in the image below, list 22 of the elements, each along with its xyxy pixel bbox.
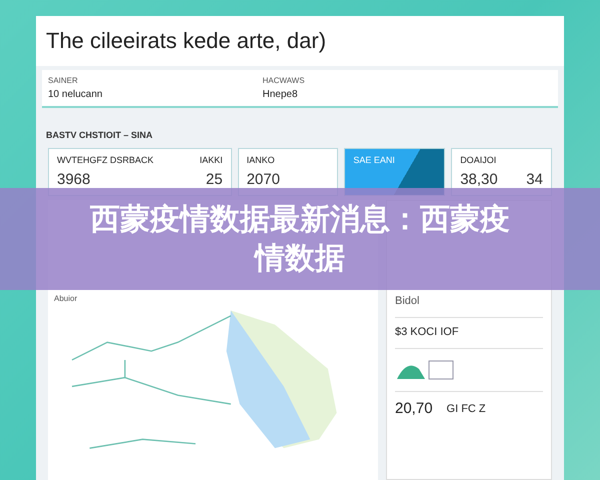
filter-label: HACWAWS — [262, 76, 305, 85]
card-value: 2070 — [246, 171, 280, 188]
section-title: BASTV CHSTIOIT – SINA — [45, 129, 154, 142]
stat-value: 20,70 — [395, 400, 433, 417]
banner-title: 西蒙疫情数据最新消息：西蒙疫情数据 — [89, 201, 511, 278]
panel-title: Bidol — [395, 295, 420, 307]
card-label: WVTEHGFZ DSRBACK — [57, 155, 154, 165]
card-value: 25 — [206, 171, 223, 188]
card-value: 3968 — [57, 171, 90, 188]
filter-value[interactable]: Hnepe8 — [262, 89, 305, 100]
filter-value[interactable]: 10 nelucann — [48, 89, 102, 100]
card-value: 34 — [526, 171, 543, 188]
stat-text: GI FC Z — [446, 402, 486, 414]
card-label: IANKO — [246, 155, 275, 165]
card-value: 38,30 — [460, 171, 498, 188]
stat-text: $3 KOCI IOF — [395, 326, 459, 338]
dashboard-title: The cileeirats kede arte, dar) — [36, 16, 564, 66]
filter-label: SAINER — [48, 76, 79, 85]
map-label: Abuior — [54, 294, 78, 303]
card-label: DOAIJOI — [460, 155, 496, 165]
card-label: IAKKI — [200, 155, 223, 165]
card-label: SAE EANI — [353, 155, 395, 165]
